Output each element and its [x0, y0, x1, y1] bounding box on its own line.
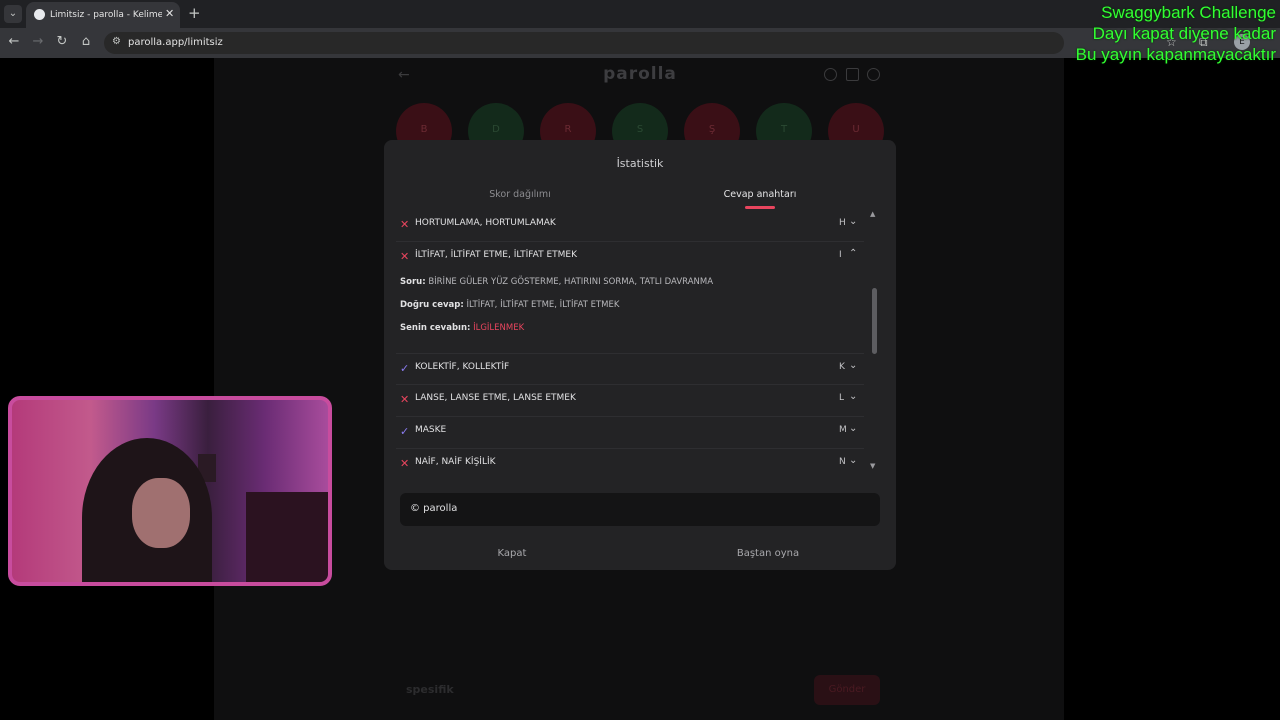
browser-tab[interactable]: Limitsiz - parolla - Kelime oyunu ✕ [26, 2, 180, 28]
url-bar[interactable]: ⚙ parolla.app/limitsiz [104, 32, 1064, 54]
screen: ⌄ Limitsiz - parolla - Kelime oyunu ✕ + … [0, 0, 1280, 720]
overlay-line: Swaggybark Challenge [1101, 3, 1276, 22]
chevron-down-icon[interactable]: ⌄ [849, 360, 857, 371]
answer-row[interactable]: ✕ HORTUMLAMA, HORTUMLAMAK H ⌄ [396, 210, 864, 242]
chevron-down-icon[interactable]: ⌄ [849, 391, 857, 402]
wrong-icon: ✕ [400, 218, 410, 231]
stats-icon[interactable] [846, 68, 859, 81]
app-logo: parolla [603, 64, 677, 84]
wrong-icon: ✕ [400, 393, 410, 406]
your-answer-detail: Senin cevabın: İLGİLENMEK [400, 323, 524, 333]
site-settings-icon[interactable]: ⚙ [112, 36, 121, 47]
tab-title: Limitsiz - parolla - Kelime oyunu [50, 10, 162, 20]
copyright-text: © parolla [410, 503, 458, 514]
question-label: Soru: [400, 277, 426, 287]
close-button[interactable]: Kapat [422, 548, 602, 559]
correct-answer-detail: Doğru cevap: İLTİFAT, İLTİFAT ETME, İLTİ… [400, 300, 619, 310]
correct-answer-label: Doğru cevap: [400, 300, 464, 310]
scrollbar[interactable]: ▲ ▼ [870, 210, 878, 472]
answer-row[interactable]: ✕ LANSE, LANSE ETME, LANSE ETMEK L ⌄ [396, 385, 864, 417]
webcam-feed [8, 396, 332, 586]
close-icon[interactable]: ✕ [165, 7, 174, 20]
check-icon: ✓ [400, 425, 410, 438]
active-tab-indicator [745, 206, 775, 209]
row-letter: K [839, 362, 845, 372]
answer-label: KOLEKTİF, KOLLEKTİF [415, 362, 510, 372]
wrong-icon: ✕ [400, 250, 410, 263]
share-text-box[interactable]: © parolla [400, 493, 880, 526]
overlay-line: Dayı kapat diyene kadar [1092, 24, 1276, 43]
answer-input[interactable]: spesifik [398, 676, 798, 704]
question-text: BİRİNE GÜLER YÜZ GÖSTERME, HATIRINI SORM… [428, 277, 714, 287]
answer-row[interactable]: ✓ MASKE M ⌄ [396, 417, 864, 449]
new-tab-icon[interactable]: + [188, 4, 201, 22]
tab-search-icon[interactable]: ⌄ [4, 5, 22, 23]
answer-row[interactable]: ✓ KOLEKTİF, KOLLEKTİF K ⌄ [396, 353, 864, 385]
background-shelf [246, 492, 328, 582]
chevron-down-icon[interactable]: ⌄ [849, 216, 857, 227]
statistics-modal: İstatistik Skor dağılımı Cevap anahtarı … [384, 140, 896, 570]
scrollbar-thumb[interactable] [872, 288, 877, 354]
overlay-line: Bu yayın kapanmayacaktır [1075, 45, 1276, 64]
question-detail: Soru: BİRİNE GÜLER YÜZ GÖSTERME, HATIRIN… [400, 277, 713, 287]
home-icon[interactable]: ⌂ [78, 34, 94, 49]
favicon-icon [34, 9, 45, 20]
answer-label: İLTİFAT, İLTİFAT ETME, İLTİFAT ETMEK [415, 250, 577, 260]
answer-label: MASKE [415, 425, 447, 435]
chevron-down-icon[interactable]: ⌄ [849, 455, 857, 466]
url-text: parolla.app/limitsiz [128, 37, 223, 48]
answer-row[interactable]: ✕ İLTİFAT, İLTİFAT ETME, İLTİFAT ETMEK I… [396, 242, 864, 274]
answer-label: HORTUMLAMA, HORTUMLAMAK [415, 218, 556, 228]
answer-label: LANSE, LANSE ETME, LANSE ETMEK [415, 393, 576, 403]
back-arrow-icon[interactable]: ← [398, 67, 410, 83]
reload-icon[interactable]: ↻ [54, 34, 70, 49]
restart-button[interactable]: Baştan oyna [678, 548, 858, 559]
chevron-up-icon[interactable]: ⌃ [849, 248, 857, 259]
row-letter: L [839, 393, 845, 403]
forward-icon[interactable]: → [30, 34, 46, 49]
answer-list: ✕ HORTUMLAMA, HORTUMLAMAK H ⌄ ✕ İLTİFAT,… [396, 210, 864, 472]
tab-score-distribution[interactable]: Skor dağılımı [430, 189, 610, 200]
streamer-face [132, 478, 190, 548]
check-icon: ✓ [400, 362, 410, 375]
stream-overlay: Swaggybark Challenge Dayı kapat diyene k… [1076, 2, 1276, 65]
submit-button[interactable]: Gönder [814, 675, 880, 705]
row-letter: H [839, 218, 846, 228]
back-icon[interactable]: ← [6, 34, 22, 49]
scroll-up-icon[interactable]: ▲ [870, 210, 875, 218]
wrong-icon: ✕ [400, 457, 410, 470]
letter-wheel: B D R S Ş T U [396, 103, 888, 159]
correct-answer-text: İLTİFAT, İLTİFAT ETME, İLTİFAT ETMEK [466, 300, 620, 310]
tab-answer-key[interactable]: Cevap anahtarı [670, 189, 850, 200]
chevron-down-icon[interactable]: ⌄ [849, 423, 857, 434]
answer-label: NAİF, NAİF KİŞİLİK [415, 457, 496, 467]
modal-title: İstatistik [616, 157, 664, 170]
scroll-down-icon[interactable]: ▼ [870, 462, 875, 470]
your-answer-label: Senin cevabın: [400, 323, 471, 333]
row-letter: N [839, 457, 846, 467]
row-letter: M [839, 425, 847, 435]
your-answer-text: İLGİLENMEK [473, 323, 525, 333]
user-icon[interactable] [867, 68, 880, 81]
answer-row[interactable]: ✕ NAİF, NAİF KİŞİLİK N ⌄ [396, 449, 864, 472]
info-icon[interactable] [824, 68, 837, 81]
row-letter: I [839, 250, 842, 260]
